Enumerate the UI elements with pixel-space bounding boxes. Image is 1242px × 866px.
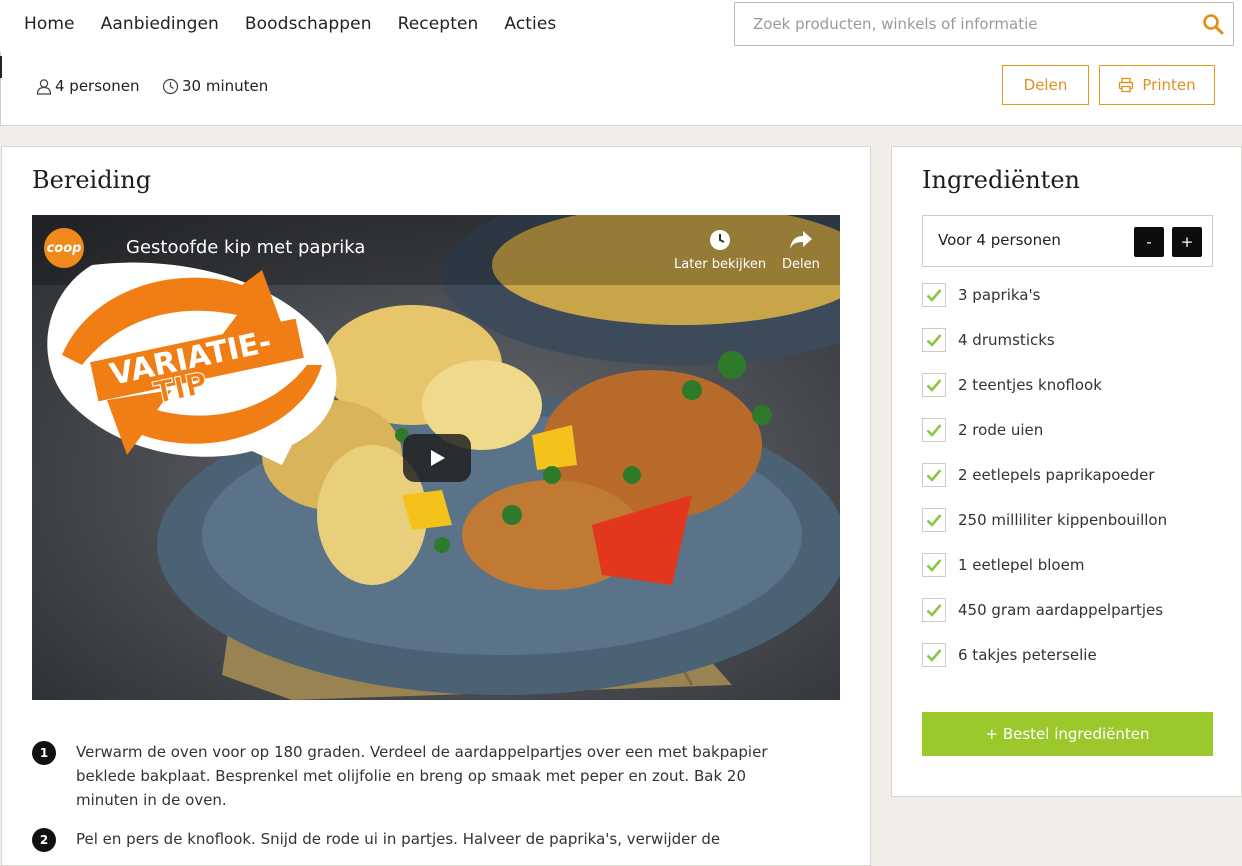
- print-button[interactable]: Printen: [1099, 65, 1215, 105]
- ingredient-checkbox[interactable]: [922, 373, 946, 397]
- step-number: 1: [32, 741, 56, 765]
- coop-logo: coop: [44, 228, 84, 268]
- checkmark-icon: [926, 649, 942, 662]
- ingredient-item[interactable]: 6 takjes peterselie: [922, 643, 1097, 667]
- checkmark-icon: [926, 514, 942, 527]
- person-icon: [36, 78, 52, 95]
- nav-recepten[interactable]: Recepten: [398, 13, 479, 35]
- video-share-button[interactable]: Delen: [782, 229, 820, 272]
- portion-selector: Voor 4 personen - +: [922, 215, 1213, 267]
- nav-boodschappen[interactable]: Boodschappen: [245, 13, 372, 35]
- search-input[interactable]: [751, 4, 1191, 44]
- ingredient-item[interactable]: 2 rode uien: [922, 418, 1043, 442]
- ingredient-item[interactable]: 3 paprika's: [922, 283, 1040, 307]
- ingredient-label: 2 rode uien: [958, 421, 1044, 439]
- checkmark-icon: [926, 289, 942, 302]
- ingredients-title: Ingrediënten: [922, 166, 1080, 194]
- ingredient-item[interactable]: 2 teentjes knoflook: [922, 373, 1102, 397]
- ingredient-label: 450 gram aardappelpartjes: [958, 601, 1164, 619]
- ingredient-checkbox[interactable]: [922, 553, 946, 577]
- ingredient-checkbox[interactable]: [922, 328, 946, 352]
- ingredient-label: 1 eetlepel bloem: [958, 556, 1085, 574]
- ingredient-item[interactable]: 4 drumsticks: [922, 328, 1055, 352]
- checkmark-icon: [926, 604, 942, 617]
- printer-icon: [1119, 77, 1134, 93]
- video-title[interactable]: Gestoofde kip met paprika: [126, 237, 365, 258]
- ingredient-label: 2 eetlepels paprikapoeder: [958, 466, 1155, 484]
- checkmark-icon: [926, 559, 942, 572]
- video-player[interactable]: VARIATIE- TIP coop Gestoofde kip met pap…: [32, 215, 840, 700]
- step-text: Pel en pers de knoflook. Snijd de rode u…: [76, 830, 721, 848]
- ingredient-checkbox[interactable]: [922, 598, 946, 622]
- play-icon: [431, 450, 445, 466]
- checkmark-icon: [926, 334, 942, 347]
- ingredient-label: 3 paprika's: [958, 286, 1041, 304]
- search-icon[interactable]: [1201, 12, 1225, 36]
- checkmark-icon: [926, 469, 942, 482]
- checkmark-icon: [926, 379, 942, 392]
- print-button-label: Printen: [1142, 76, 1196, 94]
- order-ingredients-button[interactable]: + Bestel ingrediënten: [922, 712, 1213, 756]
- share-button[interactable]: Delen: [1002, 65, 1089, 105]
- ingredient-checkbox[interactable]: [922, 508, 946, 532]
- ingredient-checkbox[interactable]: [922, 463, 946, 487]
- main-menu: Home Aanbiedingen Boodschappen Recepten …: [24, 13, 582, 35]
- ingredient-item[interactable]: 2 eetlepels paprikapoeder: [922, 463, 1155, 487]
- share-button-label: Delen: [1023, 76, 1068, 94]
- play-button[interactable]: [403, 434, 471, 482]
- ingredient-label: 6 takjes peterselie: [958, 646, 1097, 664]
- share-arrow-icon: [789, 231, 812, 249]
- nav-acties[interactable]: Acties: [504, 13, 556, 35]
- watch-later-label: Later bekijken: [674, 257, 767, 272]
- persons-info: 4 personen: [35, 77, 139, 95]
- preparation-title: Bereiding: [32, 166, 152, 194]
- step-1: 1 Verwarm de oven voor op 180 graden. Ve…: [32, 740, 792, 812]
- persons-label: 4 personen: [55, 77, 140, 95]
- nav-aanbiedingen[interactable]: Aanbiedingen: [101, 13, 219, 35]
- ingredient-label: 4 drumsticks: [958, 331, 1055, 349]
- ingredient-item[interactable]: 1 eetlepel bloem: [922, 553, 1084, 577]
- ingredient-checkbox[interactable]: [922, 418, 946, 442]
- portion-label: Voor 4 personen: [938, 231, 1061, 249]
- checkmark-icon: [926, 424, 942, 437]
- nav-home[interactable]: Home: [24, 13, 75, 35]
- ingredient-label: 250 milliliter kippenbouillon: [958, 511, 1168, 529]
- clock-icon: [162, 78, 179, 94]
- step-2: 2 Pel en pers de knoflook. Snijd de rode…: [32, 827, 792, 852]
- watch-later-button[interactable]: Later bekijken: [674, 229, 766, 272]
- increase-portion-button[interactable]: +: [1172, 227, 1202, 257]
- decrease-portion-button[interactable]: -: [1134, 227, 1164, 257]
- ingredient-checkbox[interactable]: [922, 283, 946, 307]
- recipe-info-bar: 4 personen 30 minuten Delen Printen: [0, 52, 1242, 126]
- step-text: Verwarm de oven voor op 180 graden. Verd…: [76, 743, 768, 809]
- step-number: 2: [32, 828, 56, 852]
- ingredient-item[interactable]: 250 milliliter kippenbouillon: [922, 508, 1167, 532]
- time-label: 30 minuten: [182, 77, 269, 95]
- left-edge-marker: [0, 56, 2, 78]
- ingredient-item[interactable]: 450 gram aardappelpartjes: [922, 598, 1163, 622]
- top-navigation: Home Aanbiedingen Boodschappen Recepten …: [0, 0, 1242, 52]
- time-info: 30 minuten: [162, 77, 268, 95]
- ingredient-label: 2 teentjes knoflook: [958, 376, 1102, 394]
- ingredient-checkbox[interactable]: [922, 643, 946, 667]
- video-share-label: Delen: [782, 257, 820, 272]
- search-box: [734, 2, 1234, 46]
- clock-icon: [710, 230, 731, 250]
